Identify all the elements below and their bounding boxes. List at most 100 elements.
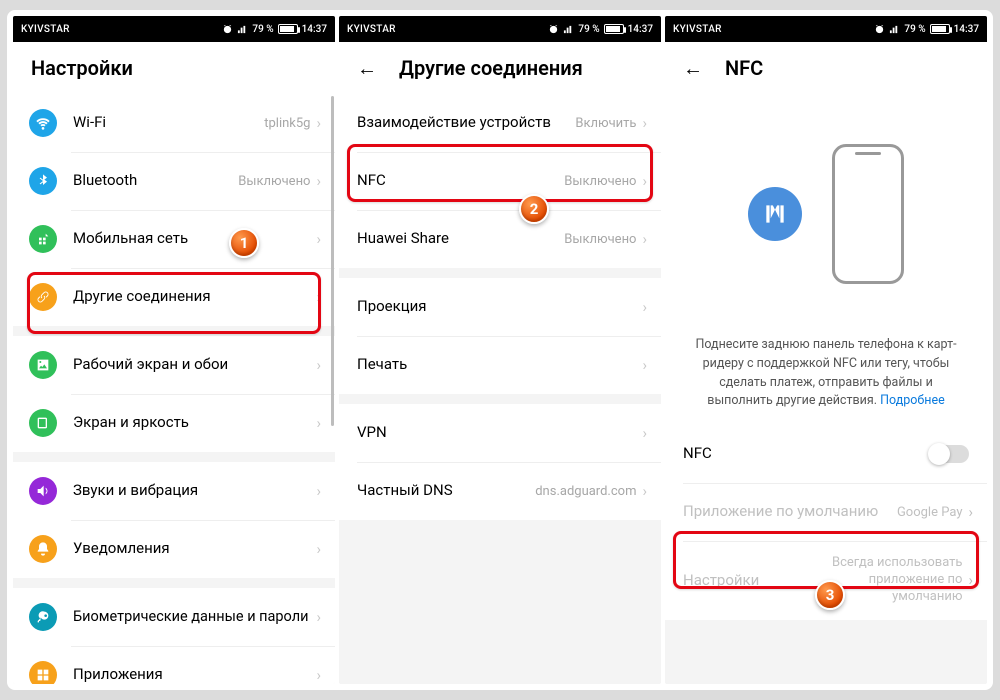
bluetooth-icon	[29, 167, 57, 195]
row-notifications[interactable]: Уведомления ›	[13, 520, 335, 578]
row-label: Биометрические данные и пароли	[73, 608, 316, 627]
chevron-right-icon: ›	[968, 571, 973, 589]
row-print[interactable]: Печать ›	[339, 336, 661, 394]
row-nfc-toggle[interactable]: NFC	[665, 425, 987, 483]
link-icon	[29, 283, 57, 311]
row-label: Взаимодействие устройств	[357, 113, 575, 133]
signal-icon	[237, 24, 248, 35]
group-3: VPN › Частный DNS dns.adguard.com ›	[339, 404, 661, 520]
battery-icon	[604, 24, 624, 34]
chevron-right-icon: ›	[316, 414, 321, 432]
row-label: VPN	[357, 423, 642, 443]
chevron-right-icon: ›	[316, 608, 321, 626]
alarm-icon	[222, 24, 233, 35]
battery-percent: 79 %	[252, 24, 273, 35]
battery-percent: 79 %	[578, 24, 599, 35]
chevron-right-icon: ›	[316, 540, 321, 558]
nfc-toggle[interactable]	[929, 445, 969, 463]
image-icon	[29, 351, 57, 379]
phone-outline-icon	[832, 144, 904, 284]
settings-group-sound: Звуки и вибрация › Уведомления ›	[13, 462, 335, 578]
screenshots-container: KYIVSTAR 79 % 14:37 Настройки Wi-Fi tpli…	[7, 10, 993, 690]
battery-icon	[930, 24, 950, 34]
settings-group-security: Биометрические данные и пароли › Приложе…	[13, 588, 335, 684]
clock: 14:37	[302, 24, 327, 35]
row-label: Huawei Share	[357, 229, 564, 249]
chevron-right-icon: ›	[316, 356, 321, 374]
row-label: Другие соединения	[73, 287, 316, 307]
page-title: NFC	[725, 56, 763, 80]
carrier-label: KYIVSTAR	[347, 24, 396, 35]
row-label: Уведомления	[73, 539, 316, 559]
row-value: tplink5g	[264, 116, 310, 131]
row-projection[interactable]: Проекция ›	[339, 278, 661, 336]
row-default-app: Приложение по умолчанию Google Pay ›	[665, 483, 987, 541]
chevron-right-icon: ›	[642, 230, 647, 248]
row-value: Включить	[575, 116, 636, 131]
row-private-dns[interactable]: Частный DNS dns.adguard.com ›	[339, 462, 661, 520]
row-label: Печать	[357, 355, 642, 375]
clock: 14:37	[628, 24, 653, 35]
row-label: Приложения	[73, 665, 316, 684]
apps-icon	[29, 661, 57, 684]
chevron-right-icon: ›	[968, 503, 973, 521]
row-home-screen[interactable]: Рабочий экран и обои ›	[13, 336, 335, 394]
alarm-icon	[874, 24, 885, 35]
alarm-icon	[548, 24, 559, 35]
chevron-right-icon: ›	[642, 114, 647, 132]
carrier-label: KYIVSTAR	[21, 24, 70, 35]
status-bar: KYIVSTAR 79 % 14:37	[13, 16, 335, 42]
page-title: Другие соединения	[399, 56, 583, 80]
chevron-right-icon: ›	[316, 114, 321, 132]
back-button[interactable]: ←	[357, 58, 377, 78]
row-mobile-network[interactable]: Мобильная сеть ›	[13, 210, 335, 268]
page-header: ← NFC	[665, 42, 987, 94]
row-nfc-settings: Настройки Всегда использовать приложение…	[665, 541, 987, 620]
chevron-right-icon: ›	[316, 482, 321, 500]
row-wifi[interactable]: Wi-Fi tplink5g ›	[13, 94, 335, 152]
chevron-right-icon: ›	[642, 356, 647, 374]
learn-more-link[interactable]: Подробнее	[880, 393, 945, 408]
row-vpn[interactable]: VPN ›	[339, 404, 661, 462]
sim-icon	[29, 225, 57, 253]
row-label: Мобильная сеть	[73, 229, 316, 249]
battery-percent: 79 %	[904, 24, 925, 35]
row-value: Выключено	[564, 232, 636, 247]
row-label: Рабочий экран и обои	[73, 355, 316, 375]
row-sound[interactable]: Звуки и вибрация ›	[13, 462, 335, 520]
chevron-right-icon: ›	[642, 172, 647, 190]
row-bluetooth[interactable]: Bluetooth Выключено ›	[13, 152, 335, 210]
nfc-badge-icon	[748, 187, 802, 241]
chevron-right-icon: ›	[642, 298, 647, 316]
row-huawei-share[interactable]: Huawei Share Выключено ›	[339, 210, 661, 268]
chevron-right-icon: ›	[642, 424, 647, 442]
row-value: Выключено	[238, 174, 310, 189]
phone-settings: KYIVSTAR 79 % 14:37 Настройки Wi-Fi tpli…	[13, 16, 335, 684]
battery-icon	[278, 24, 298, 34]
scrollbar[interactable]	[331, 96, 334, 426]
row-biometrics[interactable]: Биометрические данные и пароли ›	[13, 588, 335, 646]
row-other-connections[interactable]: Другие соединения ›	[13, 268, 335, 326]
row-label: Частный DNS	[357, 481, 535, 501]
row-apps[interactable]: Приложения ›	[13, 646, 335, 684]
row-value: Google Pay	[897, 505, 963, 520]
phone-other-connections: KYIVSTAR 79 % 14:37 ← Другие соединения …	[339, 16, 661, 684]
settings-group-display: Рабочий экран и обои › Экран и яркость ›	[13, 336, 335, 452]
row-display[interactable]: Экран и яркость ›	[13, 394, 335, 452]
back-button[interactable]: ←	[683, 58, 703, 78]
signal-icon	[563, 24, 574, 35]
row-device-interaction[interactable]: Взаимодействие устройств Включить ›	[339, 94, 661, 152]
page-header: ← Другие соединения	[339, 42, 661, 94]
group-2: Проекция › Печать ›	[339, 278, 661, 394]
chevron-right-icon: ›	[316, 230, 321, 248]
row-label: NFC	[357, 171, 564, 191]
row-nfc[interactable]: NFC Выключено ›	[339, 152, 661, 210]
sound-icon	[29, 477, 57, 505]
status-icons: 79 % 14:37	[222, 24, 327, 35]
chevron-right-icon: ›	[642, 482, 647, 500]
chevron-right-icon: ›	[316, 666, 321, 684]
row-value: Всегда использовать приложение по умолча…	[812, 555, 962, 606]
nfc-description: Поднесите заднюю панель телефона к карт-…	[665, 314, 987, 425]
row-label: Bluetooth	[73, 171, 238, 191]
bell-icon	[29, 535, 57, 563]
